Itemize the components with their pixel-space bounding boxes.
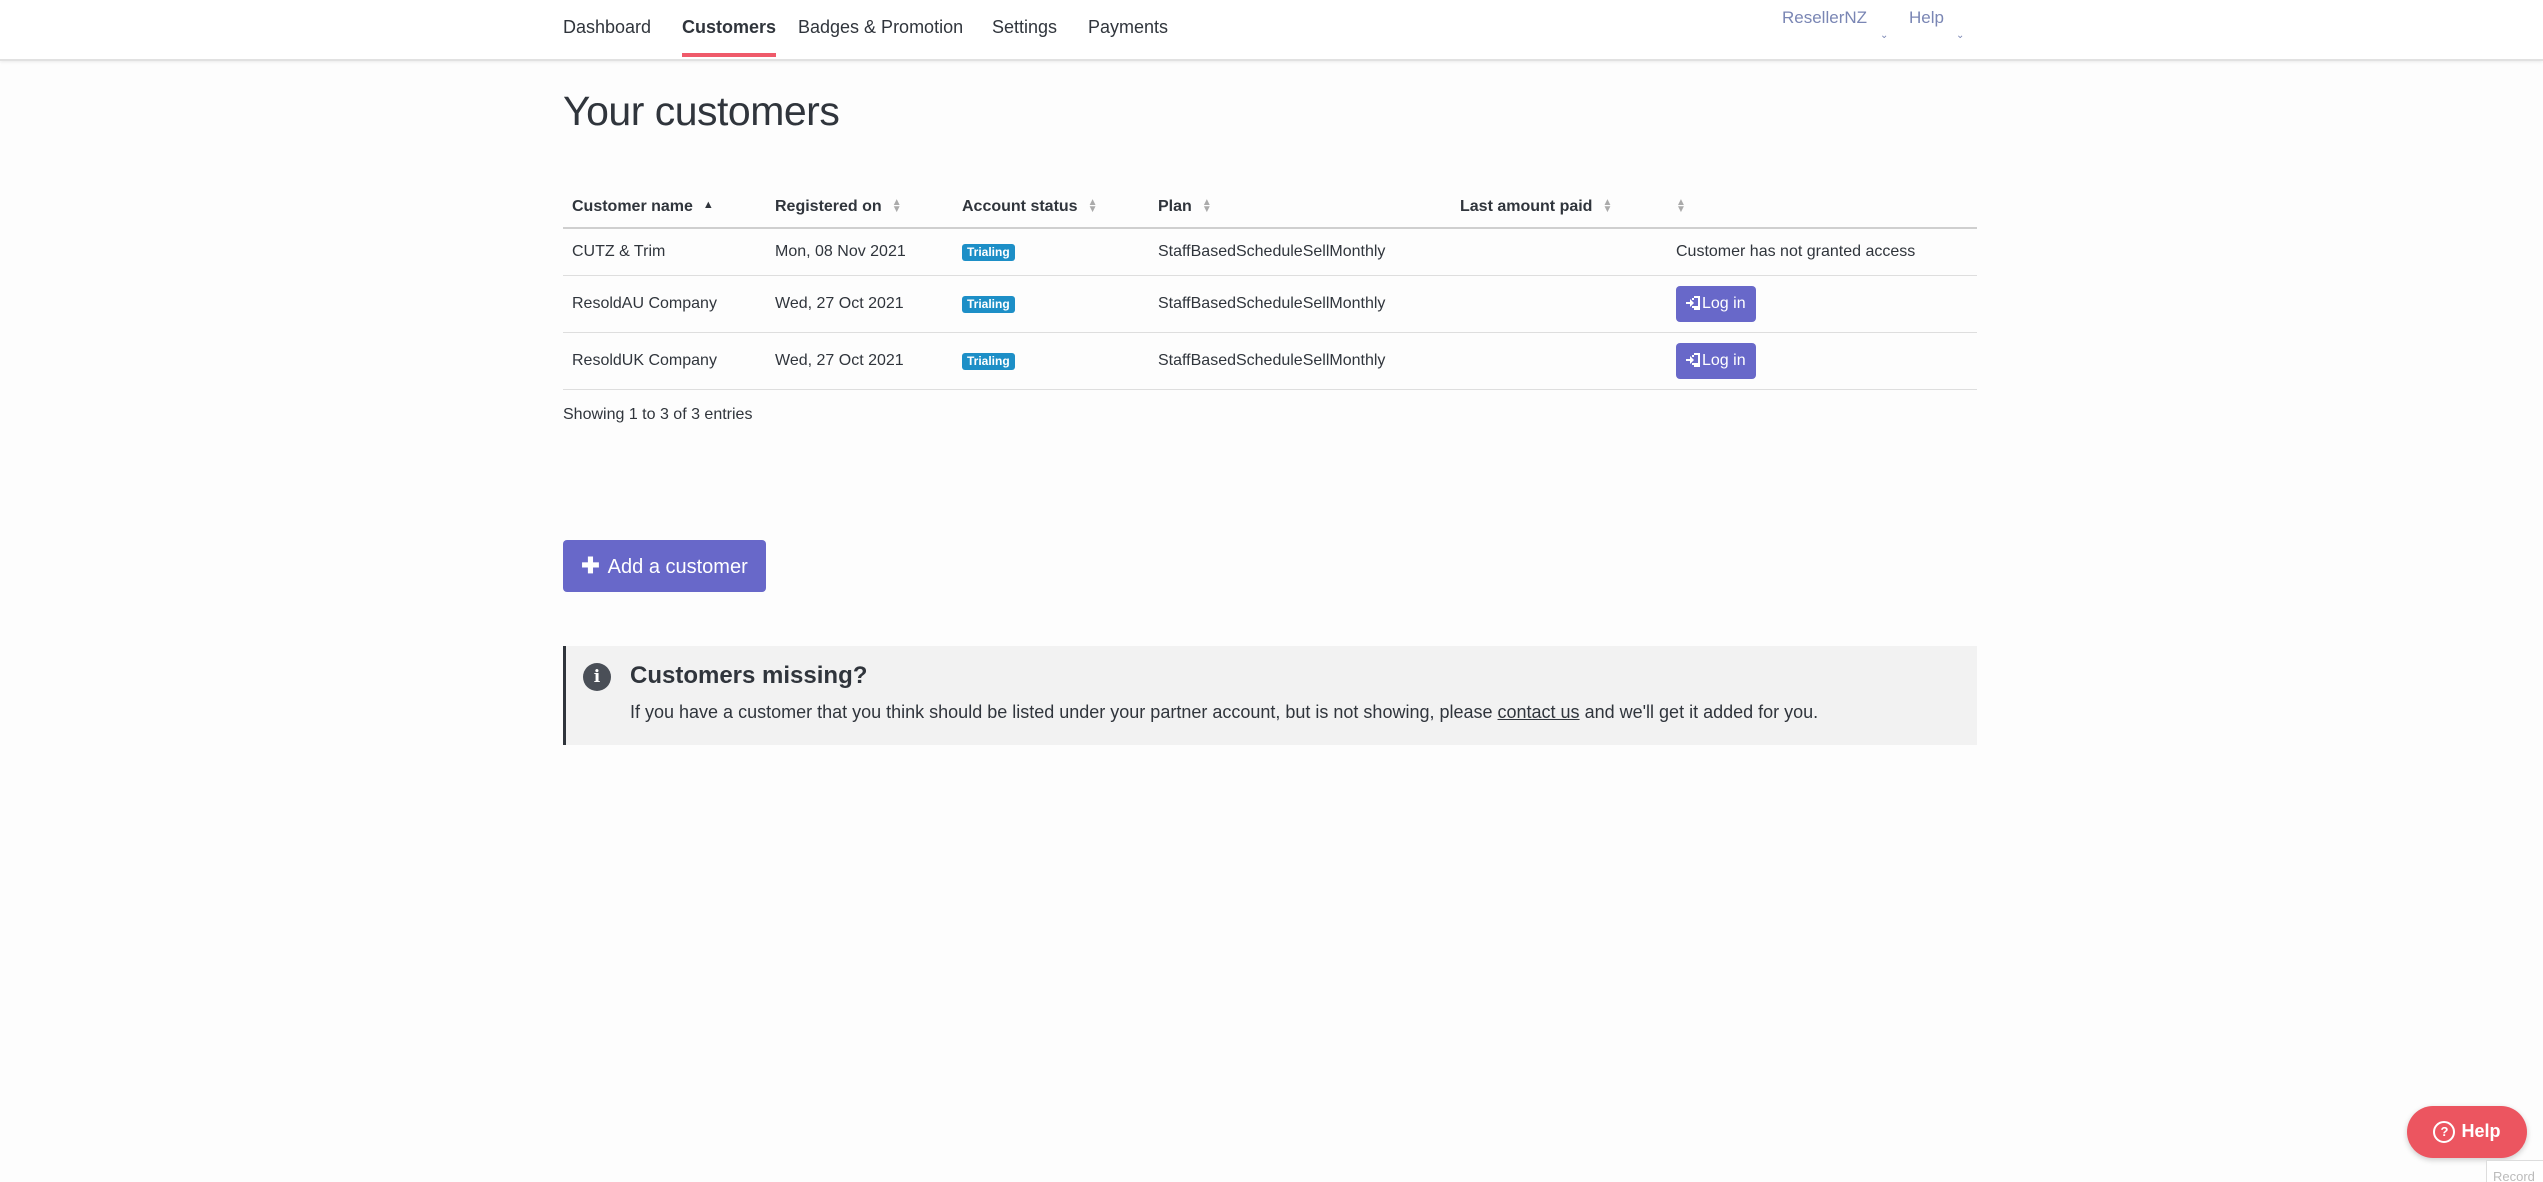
cell-plan: StaffBasedScheduleSellMonthly <box>1149 275 1451 333</box>
column-header-plan[interactable]: Plan ▲ ▼ <box>1149 186 1451 229</box>
question-icon: ? <box>2433 1121 2456 1143</box>
cell-plan: StaffBasedScheduleSellMonthly <box>1149 228 1451 276</box>
cell-access-note: Customer has not granted access <box>1667 228 1977 276</box>
cell-account-status: Trialing <box>953 228 1149 276</box>
nav-badges-promotion[interactable]: Badges & Promotion <box>798 0 963 57</box>
cell-actions: Log in <box>1667 332 1977 390</box>
nav-dashboard[interactable]: Dashboard <box>563 0 651 57</box>
cell-last-amount-paid <box>1451 275 1667 333</box>
cell-customer-name: ResoldAU Company <box>563 275 766 333</box>
log-in-button[interactable]: Log in <box>1676 343 1756 379</box>
help-menu[interactable]: Help ⌄ <box>1909 8 1964 41</box>
notice-text: If you have a customer that you think sh… <box>630 702 1818 723</box>
sign-in-icon <box>1686 353 1700 367</box>
status-badge: Trialing <box>962 244 1015 261</box>
cell-registered-on: Mon, 08 Nov 2021 <box>766 228 953 276</box>
cell-actions: Log in <box>1667 275 1977 333</box>
help-widget-button[interactable]: ? Help <box>2407 1106 2527 1158</box>
column-header-account-status[interactable]: Account status ▲ ▼ <box>953 186 1149 229</box>
column-header-label: Registered on <box>775 197 882 215</box>
table-row: ResoldAU Company Wed, 27 Oct 2021 Triali… <box>563 275 1977 333</box>
help-menu-label: Help <box>1909 8 1944 27</box>
nav-payments[interactable]: Payments <box>1088 0 1168 57</box>
customers-table: Customer name ▲ Registered on ▲ ▼ Account s… <box>563 186 1977 390</box>
page-title: Your customers <box>563 88 840 134</box>
column-header-label: Last amount paid <box>1460 197 1593 215</box>
account-menu[interactable]: ResellerNZ ⌄ <box>1782 8 1888 41</box>
cell-account-status: Trialing <box>953 275 1149 333</box>
plus-icon: ✚ <box>581 553 600 578</box>
cell-plan: StaffBasedScheduleSellMonthly <box>1149 332 1451 390</box>
column-header-last-amount-paid[interactable]: Last amount paid ▲ ▼ <box>1451 186 1667 229</box>
table-entries-info: Showing 1 to 3 of 3 entries <box>563 406 753 423</box>
record-tab[interactable]: Record <box>2486 1160 2543 1182</box>
column-header-registered-on[interactable]: Registered on ▲ ▼ <box>766 186 953 229</box>
table-row: CUTZ & Trim Mon, 08 Nov 2021 Trialing St… <box>563 228 1977 276</box>
chevron-down-icon: ⌄ <box>1956 30 1965 41</box>
cell-registered-on: Wed, 27 Oct 2021 <box>766 275 953 333</box>
cell-customer-name: ResoldUK Company <box>563 332 766 390</box>
help-widget-label: Help <box>2461 1121 2501 1141</box>
column-header-label: Plan <box>1158 197 1192 215</box>
status-badge: Trialing <box>962 353 1015 370</box>
sort-icon: ▲ ▼ <box>1087 197 1098 216</box>
sort-icon: ▲ ▼ <box>1602 197 1613 216</box>
account-menu-label: ResellerNZ <box>1782 8 1868 27</box>
add-customer-button[interactable]: ✚ Add a customer <box>563 540 766 592</box>
cell-last-amount-paid <box>1451 228 1667 276</box>
cell-account-status: Trialing <box>953 332 1149 390</box>
nav-customers[interactable]: Customers <box>682 0 777 57</box>
notice-title: Customers missing? <box>630 662 868 689</box>
log-in-label: Log in <box>1702 352 1746 369</box>
log-in-label: Log in <box>1702 295 1746 312</box>
top-navigation: Dashboard Customers Badges & Promotion S… <box>0 0 2543 61</box>
chevron-down-icon: ⌄ <box>1880 30 1889 41</box>
notice-text-after: and we'll get it added for you. <box>1579 702 1819 722</box>
nav-settings[interactable]: Settings <box>992 0 1057 57</box>
column-header-label: Account status <box>962 197 1078 215</box>
notice-text-before: If you have a customer that you think sh… <box>630 702 1498 722</box>
status-badge: Trialing <box>962 296 1015 313</box>
column-header-label: Customer name <box>572 197 693 215</box>
sort-icon: ▲ ▼ <box>1676 197 1686 216</box>
add-customer-label: Add a customer <box>607 556 748 578</box>
info-icon: i <box>583 663 611 691</box>
customers-missing-notice: i Customers missing? If you have a custo… <box>563 646 1977 745</box>
cell-customer-name: CUTZ & Trim <box>563 228 766 276</box>
column-header-actions[interactable]: ▲ ▼ <box>1667 186 1977 229</box>
cell-registered-on: Wed, 27 Oct 2021 <box>766 332 953 390</box>
sort-icon: ▲ ▼ <box>1201 197 1212 216</box>
table-row: ResoldUK Company Wed, 27 Oct 2021 Triali… <box>563 332 1977 390</box>
sort-icon: ▲ ▼ <box>891 197 902 216</box>
cell-last-amount-paid <box>1451 332 1667 390</box>
sort-asc-icon: ▲ <box>702 198 714 211</box>
contact-us-link[interactable]: contact us <box>1498 702 1580 722</box>
table-header-row: Customer name ▲ Registered on ▲ ▼ Account s… <box>563 186 1977 229</box>
column-header-customer-name[interactable]: Customer name ▲ <box>563 186 766 229</box>
log-in-button[interactable]: Log in <box>1676 286 1756 322</box>
sign-in-icon <box>1686 296 1700 310</box>
